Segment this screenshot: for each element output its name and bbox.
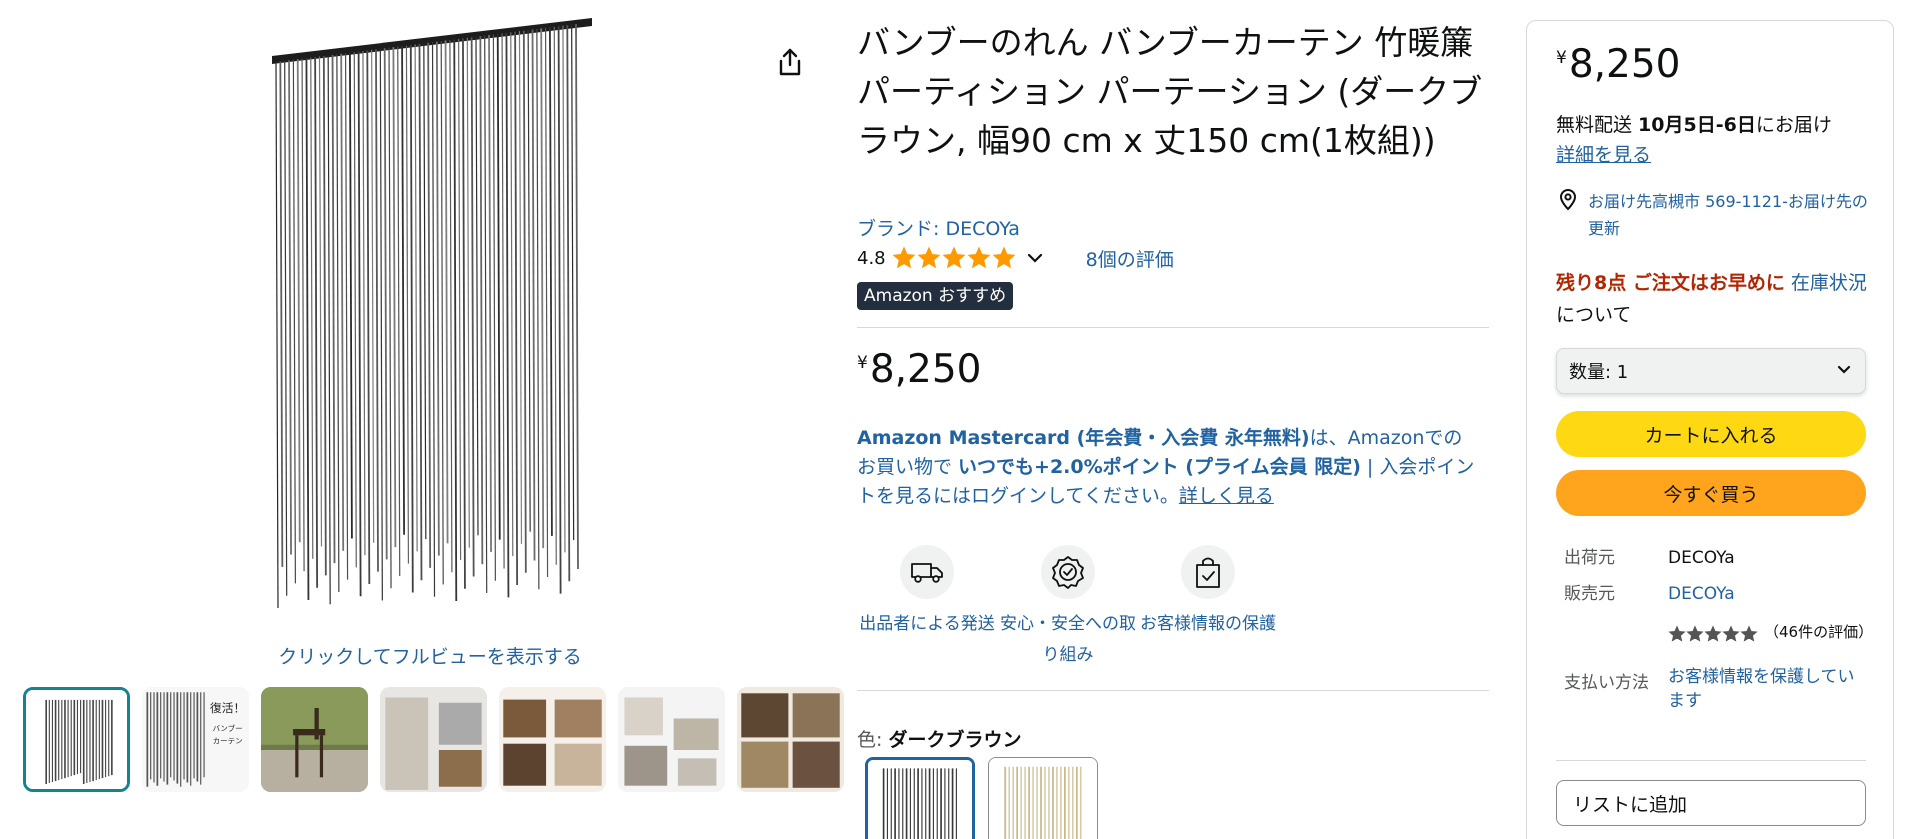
thumb-text-1: 復活！ bbox=[210, 701, 245, 715]
thumbnail-strip: 復活！ バンブー カーテン bbox=[23, 687, 844, 792]
seller-star-rating bbox=[1668, 625, 1758, 643]
rating-value: 4.8 bbox=[857, 247, 886, 269]
color-value: ダークブラウン bbox=[888, 729, 1022, 751]
star-icon bbox=[892, 246, 916, 269]
share-icon[interactable] bbox=[770, 42, 810, 82]
payment-label: 支払い方法 bbox=[1564, 673, 1649, 693]
safety-badge-icon bbox=[1041, 545, 1095, 599]
star-icon bbox=[1704, 625, 1722, 642]
currency-symbol: ¥ bbox=[857, 353, 868, 373]
thumbnail-3[interactable] bbox=[261, 687, 368, 792]
delivery-suffix: にお届け bbox=[1755, 114, 1832, 136]
learn-more-link[interactable]: 詳しく見る bbox=[1179, 485, 1274, 507]
star-icon bbox=[1740, 625, 1758, 642]
color-swatch-dark-brown[interactable] bbox=[865, 757, 975, 839]
feature-seller-shipping[interactable]: 出品者による発送 bbox=[852, 545, 1002, 640]
full-view-link[interactable]: クリックしてフルビューを表示する bbox=[150, 642, 710, 669]
price-value: 8,250 bbox=[1568, 42, 1681, 87]
feature-label: 安心・安全への取り組み bbox=[1000, 614, 1136, 665]
star-icon bbox=[917, 246, 941, 269]
location-text[interactable]: お届け先高槻市 569-1121-お届け先の更新 bbox=[1588, 188, 1876, 242]
divider bbox=[1556, 760, 1866, 761]
secure-bag-icon bbox=[1181, 545, 1235, 599]
payment-row: 支払い方法 お客様情報を保護しています bbox=[1564, 665, 1858, 713]
ships-from-value: DECOYa bbox=[1668, 548, 1735, 568]
thumb-text-2: バンブー bbox=[213, 723, 243, 733]
delivery-prefix: 無料配送 bbox=[1556, 114, 1639, 136]
location-pin-icon bbox=[1556, 188, 1580, 212]
quantity-label: 数量: 1 bbox=[1569, 362, 1629, 383]
star-icon bbox=[1668, 625, 1686, 642]
delivery-date: 10月5日-6日 bbox=[1638, 114, 1756, 136]
chevron-down-icon[interactable] bbox=[1024, 247, 1046, 269]
card-promo: Amazon Mastercard (年会費・入会費 永年無料)は、Amazon… bbox=[857, 424, 1477, 511]
seller-rating[interactable]: （46件の評価） bbox=[1668, 622, 1874, 643]
quantity-select[interactable]: 数量: 1 bbox=[1556, 348, 1866, 394]
promo-points: いつでも+2.0%ポイント (プライム会員 限定) bbox=[958, 456, 1361, 478]
color-swatch-natural[interactable] bbox=[988, 757, 1098, 839]
star-icon bbox=[1686, 625, 1704, 642]
chevron-down-icon bbox=[1835, 360, 1853, 383]
divider bbox=[857, 327, 1489, 328]
thumbnail-4[interactable] bbox=[380, 687, 487, 792]
seller-link[interactable]: DECOYa bbox=[1668, 584, 1735, 604]
price-block: ¥ 8,250 bbox=[857, 347, 981, 393]
rating-row: 4.8 8個の評価 bbox=[857, 244, 1174, 272]
stock-warning: 残り8点 ご注文はお早めに bbox=[1556, 272, 1785, 294]
stock-status-link[interactable]: 在庫状況 bbox=[1785, 272, 1867, 294]
star-icon bbox=[1722, 625, 1740, 642]
seller-rating-count: （46件の評価） bbox=[1764, 623, 1874, 641]
delivery-location[interactable]: お届け先高槻市 569-1121-お届け先の更新 bbox=[1556, 188, 1876, 242]
color-label: 色: bbox=[857, 729, 889, 751]
star-icon bbox=[967, 246, 991, 269]
thumbnail-1[interactable] bbox=[23, 687, 130, 792]
payment-security-link[interactable]: お客様情報を保護しています bbox=[1668, 665, 1858, 713]
product-title: バンブーのれん バンブーカーテン 竹暖簾 パーティション パーテーション (ダー… bbox=[857, 23, 1483, 160]
ships-from-row: 出荷元 DECOYa bbox=[1564, 543, 1735, 568]
buybox-price: ¥ 8,250 bbox=[1556, 42, 1680, 88]
thumbnail-5[interactable] bbox=[499, 687, 606, 792]
brand-link[interactable]: ブランド: DECOYa bbox=[857, 214, 1020, 241]
star-rating[interactable] bbox=[892, 246, 1016, 270]
feature-label: お客様情報の保護 bbox=[1140, 614, 1276, 634]
thumbnail-6[interactable] bbox=[618, 687, 725, 792]
feature-privacy[interactable]: お客様情報の保護 bbox=[1133, 545, 1283, 640]
thumb-text-3: カーテン bbox=[213, 737, 243, 746]
main-product-image[interactable] bbox=[262, 18, 592, 628]
price-value: 8,250 bbox=[869, 347, 982, 392]
amazon-choice-badge[interactable]: Amazon おすすめ bbox=[857, 282, 1014, 310]
delivery-details-link[interactable]: 詳細を見る bbox=[1556, 144, 1651, 166]
stock-status: 残り8点 ご注文はお早めに 在庫状況について bbox=[1556, 267, 1876, 331]
star-icon bbox=[992, 246, 1016, 269]
divider bbox=[857, 690, 1489, 691]
currency-symbol: ¥ bbox=[1556, 48, 1567, 68]
feature-label: 出品者による発送 bbox=[859, 614, 995, 634]
ships-from-label: 出荷元 bbox=[1564, 548, 1615, 568]
card-name[interactable]: Amazon Mastercard (年会費・入会費 永年無料) bbox=[857, 427, 1310, 449]
add-to-cart-button[interactable]: カートに入れる bbox=[1556, 411, 1866, 457]
delivery-info: 無料配送 10月5日-6日にお届け 詳細を見る bbox=[1556, 110, 1876, 170]
delivery-truck-icon bbox=[900, 545, 954, 599]
add-to-list-button[interactable]: リストに追加 bbox=[1556, 780, 1866, 826]
thumbnail-2[interactable]: 復活！ バンブー カーテン bbox=[142, 687, 249, 792]
sold-by-label: 販売元 bbox=[1564, 584, 1615, 604]
thumbnail-7[interactable] bbox=[737, 687, 844, 792]
feature-safety[interactable]: 安心・安全への取り組み bbox=[993, 545, 1143, 671]
stock-suffix: について bbox=[1556, 304, 1632, 326]
ratings-count-link[interactable]: 8個の評価 bbox=[1086, 245, 1174, 272]
sold-by-row: 販売元 DECOYa bbox=[1564, 579, 1735, 604]
star-icon bbox=[942, 246, 966, 269]
buy-now-button[interactable]: 今すぐ買う bbox=[1556, 470, 1866, 516]
color-selector-label: 色: ダークブラウン bbox=[857, 725, 1021, 752]
